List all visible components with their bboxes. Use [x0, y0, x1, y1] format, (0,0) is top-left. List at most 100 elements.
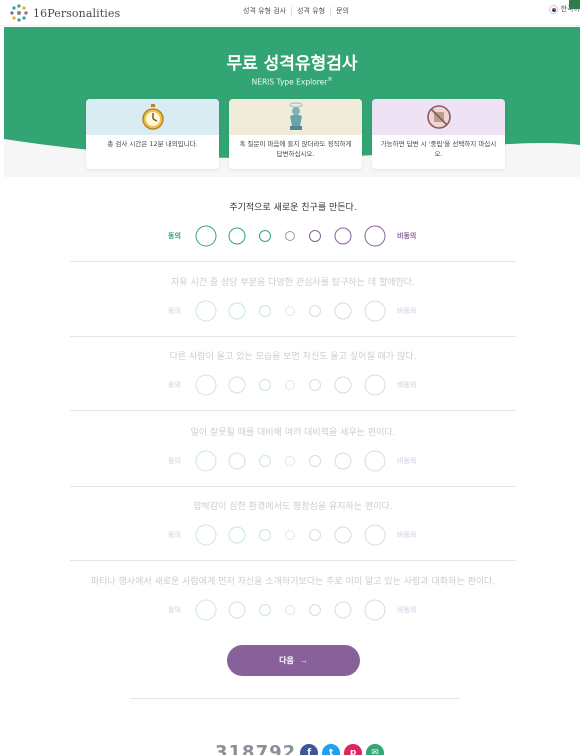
test-count: 318792: [215, 742, 297, 755]
hero-title: 무료 성격유형검사: [226, 54, 358, 74]
answer-option-6[interactable]: [334, 452, 352, 470]
hero-subtitle-text: NERIS Type Explorer: [251, 77, 328, 87]
footer-share: 318792 f t p ✉: [215, 742, 385, 755]
question-divider: [70, 486, 516, 487]
question-text: 파티나 행사에서 새로운 사람에게 먼저 자신을 소개하기보다는 주로 이미 알…: [90, 577, 496, 587]
answer-option-1[interactable]: [195, 225, 217, 247]
answer-option-1[interactable]: [195, 524, 217, 546]
answer-option-3[interactable]: [259, 455, 271, 467]
answer-option-7[interactable]: [364, 524, 386, 546]
info-cards: 총 검사 시간은 12분 내외입니다. 혹 질문이 마음에 들지 않더라도 정직…: [86, 99, 505, 169]
answer-option-5[interactable]: [309, 379, 321, 391]
answer-scale: 동의 비동의: [70, 448, 516, 474]
answer-option-7[interactable]: [364, 374, 386, 396]
answer-scale: 동의 비동의: [70, 223, 516, 249]
answer-option-5[interactable]: [309, 455, 321, 467]
answer-option-4[interactable]: [285, 380, 295, 390]
answer-option-2[interactable]: [228, 376, 246, 394]
top-nav: 16Personalities 성격 유형 검사 성격 유형 문의 한국어: [0, 0, 580, 26]
answer-option-6[interactable]: [334, 601, 352, 619]
twitter-icon[interactable]: t: [322, 743, 341, 755]
hero-subtitle: NERIS Type Explorer®: [4, 77, 580, 87]
answer-option-7[interactable]: [364, 450, 386, 472]
arrow-right-icon: →: [299, 656, 308, 665]
answer-option-1[interactable]: [195, 300, 217, 322]
question-block: 다른 사람이 울고 있는 모습을 보면 자신도 울고 싶어질 때가 많다. 동의 비…: [70, 349, 516, 396]
answer-option-1[interactable]: [195, 374, 217, 396]
nav-link-types[interactable]: 성격 유형: [294, 6, 328, 16]
agree-label: 동의: [168, 307, 181, 315]
answer-option-2[interactable]: [228, 601, 246, 619]
agree-label: 동의: [168, 531, 181, 539]
question-block: 일이 잘못될 때를 대비해 여러 대비책을 세우는 편이다. 동의 비동의: [70, 425, 516, 472]
answer-option-3[interactable]: [259, 529, 271, 541]
page: 16Personalities 성격 유형 검사 성격 유형 문의 한국어 무료…: [0, 0, 580, 755]
nav-link-test[interactable]: 성격 유형 검사: [240, 6, 289, 16]
logo-icon: [10, 4, 28, 22]
answer-option-3[interactable]: [259, 305, 271, 317]
korea-flag-icon: [548, 4, 558, 14]
answer-option-2[interactable]: [228, 227, 246, 245]
facebook-icon[interactable]: f: [300, 743, 319, 755]
question-divider: [70, 261, 516, 262]
disagree-label: 비동의: [397, 307, 417, 315]
question-text: 일이 잘못될 때를 대비해 여러 대비책을 세우는 편이다.: [190, 428, 396, 438]
answer-option-7[interactable]: [364, 300, 386, 322]
agree-label: 동의: [168, 606, 181, 614]
agree-label: 동의: [168, 457, 181, 465]
answer-option-1[interactable]: [195, 599, 217, 621]
question-text: 주기적으로 새로운 친구를 만든다.: [229, 203, 357, 213]
answer-option-4[interactable]: [285, 605, 295, 615]
registered-mark: ®: [327, 77, 333, 83]
answer-option-4[interactable]: [285, 306, 295, 316]
corner-tab[interactable]: [569, 0, 580, 9]
honest-statue-icon: [288, 102, 303, 130]
answer-option-6[interactable]: [334, 302, 352, 320]
nav-link-contact[interactable]: 문의: [333, 6, 352, 16]
question-divider: [70, 410, 516, 411]
question-text: 압박감이 심한 환경에서도 평정심을 유지하는 편이다.: [193, 502, 393, 512]
answer-scale: 동의 비동의: [70, 522, 516, 548]
logo[interactable]: 16Personalities: [9, 3, 120, 23]
next-button[interactable]: 다음 →: [227, 645, 360, 676]
answer-option-5[interactable]: [309, 305, 321, 317]
nav-separator: [291, 6, 293, 16]
answer-option-2[interactable]: [228, 452, 246, 470]
logo-text: 16Personalities: [33, 6, 121, 20]
stopwatch-icon: [141, 104, 164, 130]
email-icon[interactable]: ✉: [366, 743, 385, 755]
pinterest-icon[interactable]: p: [344, 743, 363, 755]
answer-scale: 동의 비동의: [70, 298, 516, 324]
answer-option-5[interactable]: [309, 529, 321, 541]
question-text: 자유 시간 중 상당 부분을 다양한 관심사를 탐구하는 데 할애한다.: [171, 278, 415, 288]
question-block: 주기적으로 새로운 친구를 만든다. 동의 비동의: [70, 200, 516, 247]
disagree-label: 비동의: [397, 232, 417, 240]
disagree-label: 비동의: [397, 457, 417, 465]
next-button-label: 다음: [279, 656, 294, 665]
answer-option-3[interactable]: [259, 230, 271, 242]
answer-option-4[interactable]: [285, 530, 295, 540]
answer-option-3[interactable]: [259, 379, 271, 391]
answer-option-6[interactable]: [334, 227, 352, 245]
question-divider: [70, 336, 516, 337]
answer-option-5[interactable]: [309, 604, 321, 616]
answer-option-6[interactable]: [334, 376, 352, 394]
disagree-label: 비동의: [397, 531, 417, 539]
answer-option-7[interactable]: [364, 225, 386, 247]
info-card-text: 가능하면 답변 시 '중립'을 선택하지 마십시오.: [380, 140, 497, 158]
disagree-label: 비동의: [397, 381, 417, 389]
answer-option-5[interactable]: [309, 230, 321, 242]
agree-label: 동의: [168, 381, 181, 389]
answer-option-4[interactable]: [285, 456, 295, 466]
bottom-divider: [130, 698, 460, 699]
disagree-label: 비동의: [397, 606, 417, 614]
answer-option-6[interactable]: [334, 526, 352, 544]
answer-option-7[interactable]: [364, 599, 386, 621]
answer-option-2[interactable]: [228, 302, 246, 320]
answer-option-2[interactable]: [228, 526, 246, 544]
answer-option-3[interactable]: [259, 604, 271, 616]
answer-option-1[interactable]: [195, 450, 217, 472]
answer-option-4[interactable]: [285, 231, 295, 241]
answer-scale: 동의 비동의: [70, 372, 516, 398]
agree-label: 동의: [168, 232, 181, 240]
